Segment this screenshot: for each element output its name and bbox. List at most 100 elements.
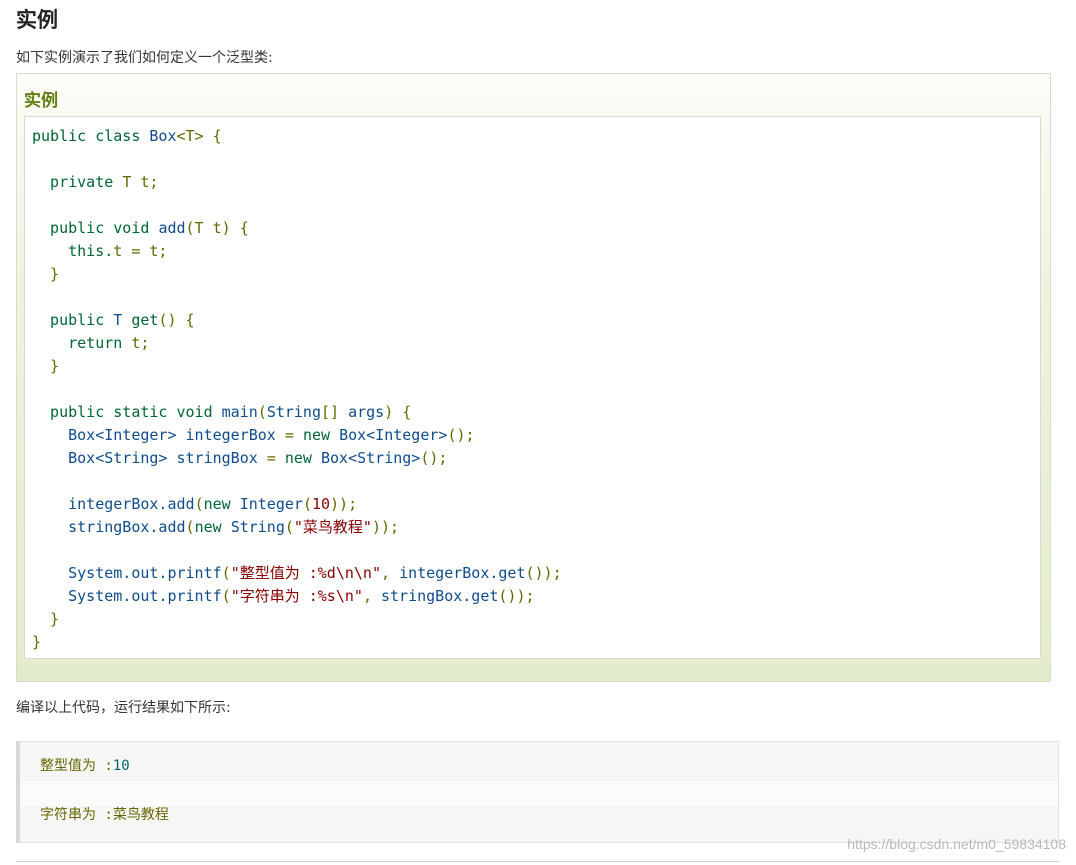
code-line: } bbox=[32, 263, 562, 286]
code-token: integerBox.get bbox=[399, 564, 526, 582]
code-token: ()); bbox=[498, 587, 535, 605]
code-token: (); bbox=[447, 426, 475, 444]
code-token: void bbox=[176, 403, 222, 421]
code-token: ( bbox=[221, 587, 231, 605]
code-token: Box<String> bbox=[321, 449, 421, 467]
code-token: args bbox=[348, 403, 385, 421]
code-token: } bbox=[32, 610, 60, 628]
code-token: } bbox=[32, 357, 60, 375]
code-token: "整型值为 :%d\n\n" bbox=[230, 564, 381, 582]
code-token: <T> { bbox=[176, 127, 222, 145]
code-token: = bbox=[257, 449, 285, 467]
code-token: static bbox=[113, 403, 177, 421]
code-token: t; bbox=[131, 334, 150, 352]
code-token: private bbox=[32, 173, 123, 191]
code-line: System.out.printf("整型值为 :%d\n\n", intege… bbox=[32, 562, 562, 585]
code-line: public class Box<T> { bbox=[32, 125, 562, 148]
code-token: stringBox.get bbox=[381, 587, 499, 605]
output-stripe bbox=[20, 781, 1058, 806]
code-token: = bbox=[275, 426, 303, 444]
output-token: 字符串为 :菜鸟教程 bbox=[40, 807, 169, 823]
code-token: main bbox=[221, 403, 258, 421]
code-token: public bbox=[32, 311, 114, 329]
code-line: this.t = t; bbox=[32, 240, 562, 263]
code-token: (T t) { bbox=[185, 219, 249, 237]
code-token: Box<Integer> integerBox bbox=[32, 426, 276, 444]
code-token: new bbox=[194, 518, 231, 536]
code-token: () { bbox=[158, 311, 195, 329]
code-token: System.out.printf bbox=[32, 564, 222, 582]
code-token: , bbox=[362, 587, 381, 605]
code-token: "字符串为 :%s\n" bbox=[230, 587, 363, 605]
code-line: private T t; bbox=[32, 171, 562, 194]
code-token: Box bbox=[149, 127, 177, 145]
watermark: https://blog.csdn.net/m0_59834108 bbox=[847, 836, 1066, 852]
code-token: ( bbox=[185, 518, 195, 536]
code-line: public void add(T t) { bbox=[32, 217, 562, 240]
output-token: 10 bbox=[112, 758, 130, 774]
code-line: } bbox=[32, 355, 562, 378]
code-token: new bbox=[302, 426, 340, 444]
code-token: public class bbox=[32, 127, 150, 145]
code-lines: public class Box<T> { private T t; publi… bbox=[32, 125, 562, 654]
code-token: public bbox=[32, 403, 114, 421]
output-line: 字符串为 :菜鸟教程 bbox=[40, 803, 169, 827]
code-token: } bbox=[32, 265, 60, 283]
code-token: new bbox=[203, 495, 240, 513]
intro-text: 如下实例演示了我们如何定义一个泛型类: bbox=[16, 50, 273, 66]
code-token: ( bbox=[257, 403, 267, 421]
code-token: String bbox=[266, 403, 321, 421]
code-token: T bbox=[113, 311, 132, 329]
code-token: return bbox=[32, 334, 132, 352]
code-token: ()); bbox=[525, 564, 562, 582]
code-token: Box<Integer> bbox=[339, 426, 448, 444]
code-line: Box<Integer> integerBox = new Box<Intege… bbox=[32, 424, 562, 447]
code-token: System.out.printf bbox=[32, 587, 222, 605]
code-line: return t; bbox=[32, 332, 562, 355]
code-token: ( bbox=[221, 564, 231, 582]
code-token: new bbox=[284, 449, 321, 467]
output-block[interactable]: 整型值为 :10 字符串为 :菜鸟教程 bbox=[16, 741, 1059, 843]
code-line: public static void main(String[] args) { bbox=[32, 401, 562, 424]
code-token: } bbox=[32, 633, 42, 651]
code-line: public T get() { bbox=[32, 309, 562, 332]
code-line: stringBox.add(new String("菜鸟教程")); bbox=[32, 516, 562, 539]
code-token: (); bbox=[420, 449, 448, 467]
code-token: ) { bbox=[384, 403, 412, 421]
code-token: 10 bbox=[311, 495, 331, 513]
divider bbox=[16, 861, 1059, 862]
code-block[interactable]: public class Box<T> { private T t; publi… bbox=[24, 116, 1041, 659]
code-token: T t; bbox=[122, 173, 159, 191]
code-token: )); bbox=[330, 495, 358, 513]
code-line: } bbox=[32, 608, 562, 631]
output-token: 整型值为 : bbox=[40, 758, 113, 774]
page-title: 实例 bbox=[16, 8, 58, 32]
code-token: ( bbox=[302, 495, 312, 513]
code-token: , bbox=[381, 564, 400, 582]
code-token: t = t; bbox=[113, 242, 168, 260]
code-token: String bbox=[230, 518, 285, 536]
code-token: Box<String> stringBox bbox=[32, 449, 258, 467]
code-token: integerBox.add bbox=[32, 495, 195, 513]
code-token: public bbox=[32, 219, 114, 237]
code-token: void bbox=[113, 219, 159, 237]
code-token: "菜鸟教程" bbox=[293, 518, 372, 536]
example-box: 实例 public class Box<T> { private T t; pu… bbox=[16, 73, 1051, 682]
result-intro-text: 编译以上代码，运行结果如下所示: bbox=[16, 700, 231, 716]
code-line: } bbox=[32, 631, 562, 654]
code-token: add bbox=[158, 219, 186, 237]
code-token: ( bbox=[194, 495, 204, 513]
output-line: 整型值为 :10 bbox=[40, 754, 130, 778]
code-token: stringBox.add bbox=[32, 518, 186, 536]
code-token: get bbox=[131, 311, 159, 329]
code-token: [] bbox=[321, 403, 349, 421]
code-line: System.out.printf("字符串为 :%s\n", stringBo… bbox=[32, 585, 562, 608]
code-token: )); bbox=[371, 518, 400, 536]
example-title: 实例 bbox=[24, 91, 58, 111]
